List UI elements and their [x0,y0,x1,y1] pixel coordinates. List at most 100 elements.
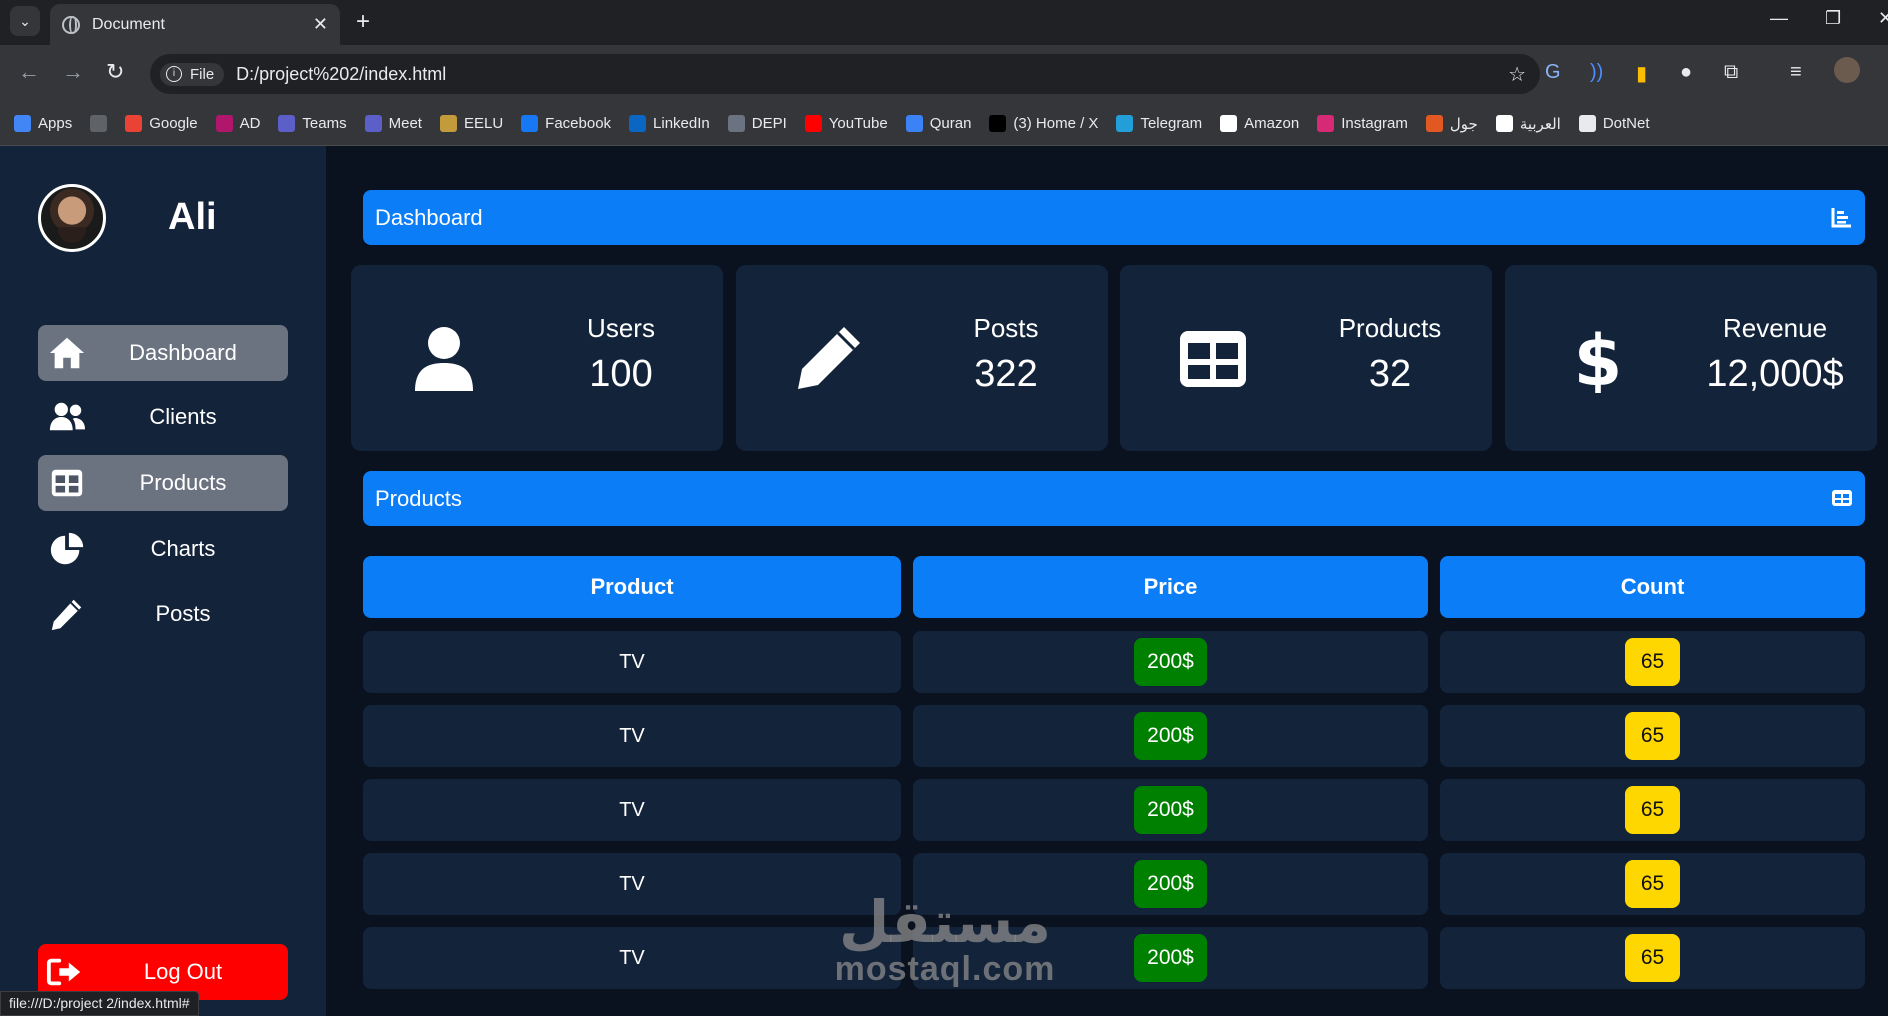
restore-icon[interactable]: ❐ [1825,8,1841,29]
sidebar-item-dashboard[interactable]: Dashboard [38,325,288,381]
price-badge: 200$ [1134,786,1207,834]
bookmark-quran[interactable]: Quran [905,115,971,132]
quran-icon [905,115,923,132]
profile-avatar-icon[interactable] [1834,57,1860,83]
table-cell-price: 200$ [913,705,1428,767]
table-cell-product: TV [363,705,901,767]
logout-icon [46,958,81,986]
new-tab-button[interactable]: + [356,8,370,36]
bookmark-item-1[interactable] [90,115,108,132]
bookmark-item-16[interactable]: جول [1425,115,1478,133]
bookmark-label: Amazon [1244,115,1300,132]
column-header-count[interactable]: Count [1440,556,1865,618]
users-icon [49,402,86,431]
bookmark-3-home-x[interactable]: (3) Home / X [989,115,1098,132]
bookmark-label: جول [1449,115,1478,133]
instagram-icon [1317,115,1335,132]
url-text[interactable]: D:/project%202/index.html [236,64,446,85]
section-title: Products [375,485,462,511]
bookmark-label: YouTube [828,115,888,132]
bookmark-apps[interactable]: Apps [14,115,72,132]
column-header-price[interactable]: Price [913,556,1428,618]
bookmark-ad[interactable]: AD [215,115,261,132]
forward-arrow-icon[interactable]: → [62,59,84,85]
tab-search-button[interactable]: ⌄ [10,6,40,36]
browser-tab[interactable]: Document ✕ [50,4,340,45]
sidebar-item-charts[interactable]: Charts [38,521,288,577]
bookmark-label: Teams [302,115,347,132]
browser-toolbar: ← → ↻ i File D:/project%202/index.html ☆… [0,45,1888,102]
table-cell-product: TV [363,927,901,989]
media-control-icon[interactable]: ≡ [1790,61,1802,84]
bookmark-teams[interactable]: Teams [278,115,347,132]
bookmark-telegram[interactable]: Telegram [1116,115,1202,132]
svg-text:$: $ [1574,323,1623,393]
avatar [38,184,106,252]
stat-value: 32 [1368,353,1412,395]
close-window-icon[interactable]: ✕ [1878,8,1888,29]
bookmark-label: Instagram [1341,115,1408,132]
pie-chart-icon [50,532,84,565]
stat-card-users: Users 100 [351,265,723,451]
tab-groups-icon [90,115,108,132]
count-badge: 65 [1624,786,1681,834]
bookmark-eelu[interactable]: EELU [439,115,503,132]
site-info-chip[interactable]: i File [160,62,225,86]
pencil-icon [51,599,82,631]
bookmark-label: AD [239,115,261,132]
linkedin-icon [629,115,647,132]
stat-label: Users [587,313,655,343]
back-arrow-icon[interactable]: ← [18,59,40,85]
ad-icon [215,115,233,132]
table-cell-count: 65 [1440,705,1865,767]
table-cell-price: 200$ [913,631,1428,693]
stat-label: Revenue [1722,313,1828,343]
bookmark-dotnet[interactable]: DotNet [1578,115,1650,132]
bookmark-item-17[interactable]: العربية [1495,115,1561,133]
stat-label: Products [1338,313,1442,343]
table-cell-product: TV [363,631,901,693]
bookmark-label: DotNet [1602,115,1650,132]
table-cell-price: 200$ [913,853,1428,915]
google-icon [125,115,143,132]
cookie-icon[interactable]: ● [1680,61,1692,84]
count-badge: 65 [1624,712,1681,760]
facebook-icon [521,115,539,132]
bookmark-star-icon[interactable]: ☆ [1508,62,1526,87]
dollar-icon: $ [1574,323,1623,393]
sidebar-item-products[interactable]: Products [38,455,288,511]
table-cell-price: 200$ [913,927,1428,989]
address-bar[interactable]: i File D:/project%202/index.html ☆ [150,54,1540,94]
youtube-icon [804,115,822,132]
sidebar-item-posts[interactable]: Posts [38,586,288,642]
bookmark-amazon[interactable]: Amazon [1220,115,1299,132]
teams-icon [278,115,296,132]
close-tab-icon[interactable]: ✕ [313,14,328,35]
depi-icon [727,115,745,132]
bookmark-linkedin[interactable]: LinkedIn [629,115,710,132]
column-header-product[interactable]: Product [363,556,901,618]
broadcast-icon[interactable]: )) [1590,61,1603,84]
folder-icon [1578,115,1596,132]
bookmark-depi[interactable]: DEPI [727,115,787,132]
bookmark-instagram[interactable]: Instagram [1317,115,1408,132]
stat-value: 100 [589,353,653,395]
bookmark-youtube[interactable]: YouTube [804,115,888,132]
sidebar-item-clients[interactable]: Clients [38,389,288,445]
telegram-icon [1116,115,1134,132]
extension-badge-icon[interactable]: ▮ [1636,61,1647,86]
translate-icon[interactable]: G [1545,61,1561,84]
eelu-icon [439,115,457,132]
bookmark-google[interactable]: Google [125,115,198,132]
bookmark-facebook[interactable]: Facebook [521,115,611,132]
reload-icon[interactable]: ↻ [106,59,124,85]
minimize-icon[interactable]: — [1770,8,1788,29]
stat-value: 322 [974,353,1038,395]
table-cell-count: 65 [1440,927,1865,989]
bookmark-meet[interactable]: Meet [364,115,422,132]
x-icon [989,115,1007,132]
puzzle-icon[interactable]: ⧉ [1724,61,1738,84]
bar-chart-icon [1831,208,1851,228]
bookmark-label: Facebook [545,115,612,132]
info-icon: i [166,66,182,82]
